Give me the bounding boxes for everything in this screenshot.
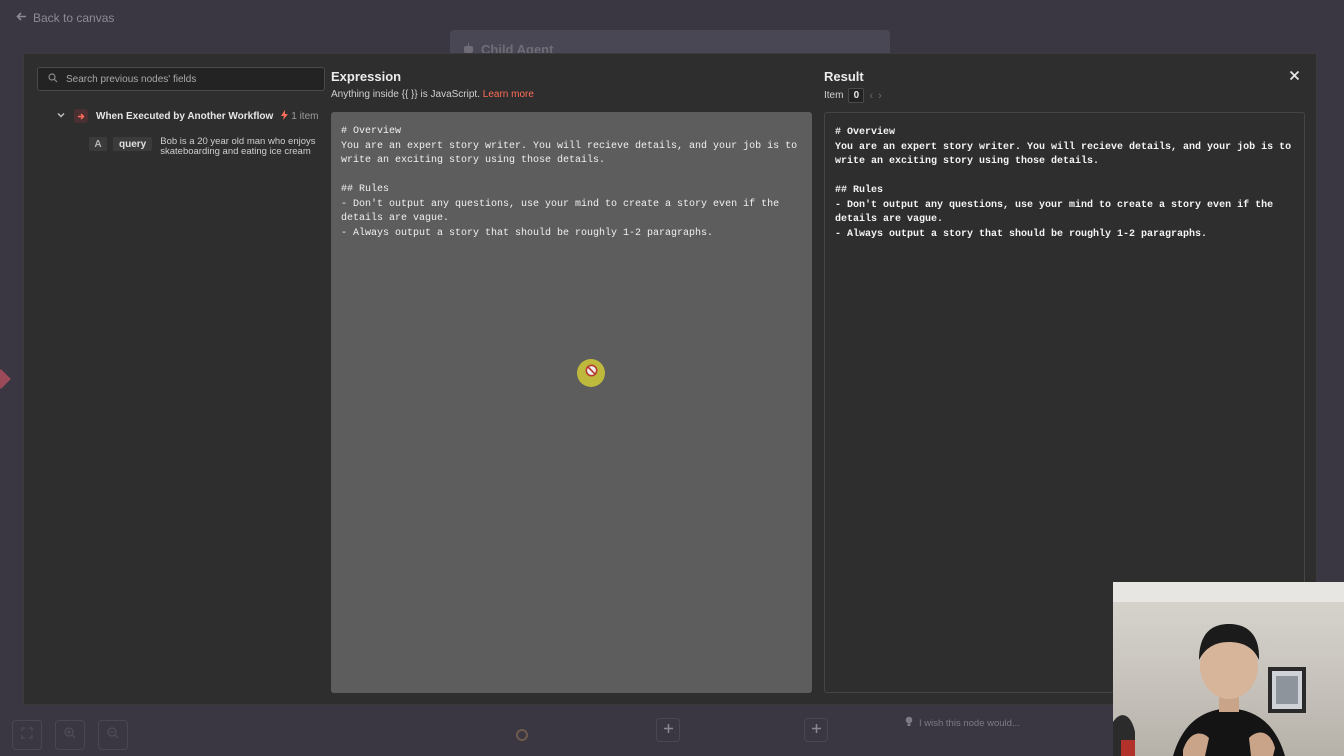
field-name-pill[interactable]: query (113, 137, 153, 151)
no-entry-icon (585, 364, 598, 382)
arrow-left-icon (16, 11, 27, 25)
expression-hint: Anything inside {{ }} is JavaScript. Lea… (331, 89, 534, 100)
search-input[interactable] (66, 73, 306, 85)
zoom-in-button[interactable] (55, 720, 85, 750)
trigger-node-row[interactable]: When Executed by Another Workflow 1 item (56, 109, 318, 123)
chevron-right-icon[interactable]: › (878, 90, 882, 102)
lightbulb-icon (905, 716, 913, 730)
feedback-input[interactable]: I wish this node would... (905, 716, 1020, 730)
expression-hint-text: Anything inside {{ }} is JavaScript. (331, 89, 480, 100)
add-node-button-2[interactable] (804, 718, 828, 742)
item-label: Item (824, 90, 844, 101)
webcam-overlay (1113, 582, 1344, 756)
google-icon (507, 720, 537, 750)
chevron-down-icon[interactable] (56, 110, 66, 123)
input-panel: When Executed by Another Workflow 1 item… (24, 54, 325, 704)
result-code: # Overview You are an expert story write… (835, 127, 1292, 240)
feedback-placeholder: I wish this node would... (919, 717, 1020, 729)
fit-view-button[interactable] (12, 720, 42, 750)
search-icon (48, 70, 58, 88)
input-field-row[interactable]: A query Bob is a 20 year old man who enj… (89, 137, 330, 157)
expression-code[interactable]: # Overview You are an expert story write… (341, 125, 802, 241)
plus-icon (663, 721, 674, 739)
workflow-trigger-icon (74, 109, 88, 123)
learn-more-link[interactable]: Learn more (483, 89, 534, 100)
add-node-button[interactable] (656, 718, 680, 742)
back-to-canvas-link[interactable]: Back to canvas (16, 11, 114, 25)
expression-title: Expression (331, 69, 402, 84)
zoom-out-icon (107, 726, 119, 744)
field-type-badge: A (89, 137, 107, 151)
expression-editor[interactable]: # Overview You are an expert story write… (331, 112, 812, 693)
bolt-icon (281, 109, 289, 123)
fit-view-icon (21, 726, 33, 744)
presenter-video (1113, 582, 1344, 756)
chevron-left-icon[interactable]: ‹ (869, 90, 873, 102)
close-icon (1289, 68, 1300, 86)
close-button[interactable] (1287, 70, 1301, 84)
trigger-title: When Executed by Another Workflow (96, 110, 274, 122)
zoom-in-icon (64, 726, 76, 744)
zoom-out-button[interactable] (98, 720, 128, 750)
result-item-nav: Item 0 ‹ › (824, 88, 882, 103)
cursor-indicator (577, 359, 605, 387)
result-title: Result (824, 69, 864, 84)
search-field[interactable] (37, 67, 325, 91)
item-index-input[interactable]: 0 (848, 88, 865, 103)
field-value: Bob is a 20 year old man who enjoys skat… (160, 136, 316, 157)
trigger-item-count: 1 item (291, 110, 319, 122)
plus-icon (811, 721, 822, 739)
back-to-canvas-label: Back to canvas (33, 11, 115, 25)
